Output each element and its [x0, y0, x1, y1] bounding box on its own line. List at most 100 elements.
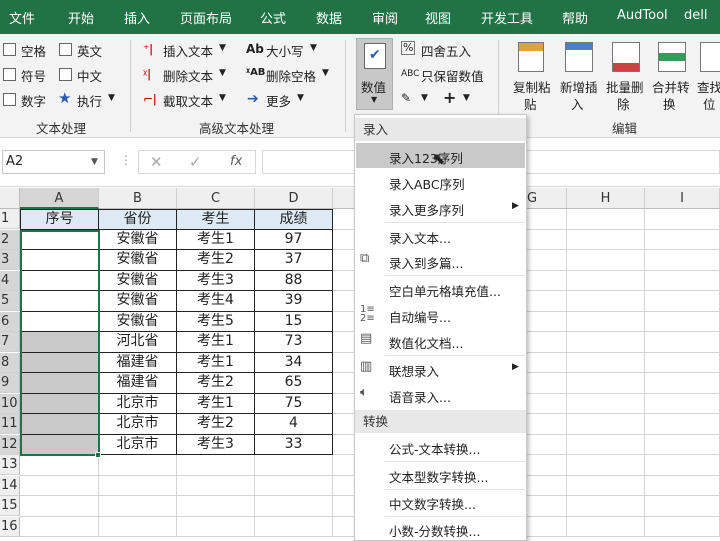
menu-item-more-series[interactable]: 录入更多序列 [389, 200, 464, 219]
column-header-i[interactable]: I [645, 188, 720, 209]
grid-cell[interactable] [177, 455, 255, 476]
select-all-corner[interactable] [0, 188, 20, 209]
tab-page-layout[interactable]: 页面布局 [180, 8, 232, 27]
column-header-d[interactable]: D [255, 188, 333, 209]
grid-cell[interactable] [333, 332, 355, 353]
extract-text-button[interactable]: 截取文本 [163, 91, 213, 110]
fx-icon[interactable]: fx [230, 154, 242, 169]
column-header-g[interactable]: G [527, 188, 567, 209]
grid-cell[interactable]: 4 [255, 414, 333, 435]
value-button[interactable]: ✔ 数值 ▼ [356, 38, 393, 110]
column-header-a[interactable]: A [20, 188, 99, 209]
grid-cell[interactable]: 考生3 [177, 434, 255, 455]
grid-cell[interactable] [333, 311, 355, 332]
grid-cell[interactable] [20, 414, 99, 435]
merge-convert-button-line2[interactable]: 换 [663, 94, 676, 113]
grid-cell[interactable] [527, 291, 567, 312]
menu-item-text-number[interactable]: 文本型数字转换... [389, 467, 488, 486]
menu-item-auto-number[interactable]: 自动编号... [389, 307, 451, 326]
row-header[interactable]: 6 [0, 311, 20, 332]
row-header[interactable]: 8 [0, 352, 20, 373]
grid-cell[interactable] [99, 455, 177, 476]
grid-cell[interactable]: 安徽省 [99, 250, 177, 271]
case-button[interactable]: 大小写 [266, 41, 304, 60]
grid-cell[interactable]: 福建省 [99, 352, 177, 373]
grid-cell[interactable]: 考生2 [177, 414, 255, 435]
grid-cell[interactable] [567, 311, 645, 332]
grid-cell[interactable] [527, 434, 567, 455]
row-header[interactable]: 13 [0, 455, 20, 475]
grid-cell[interactable] [99, 475, 177, 496]
name-box[interactable]: A2 ▼ [2, 150, 105, 174]
grid-cell[interactable] [333, 393, 355, 414]
grid-cell[interactable] [645, 250, 720, 271]
round-button[interactable]: 四舍五入 [421, 41, 471, 60]
batch-delete-button-line2[interactable]: 除 [617, 94, 630, 113]
row-header[interactable]: 2 [0, 229, 20, 250]
grid-cell[interactable] [333, 373, 355, 394]
confirm-icon[interactable]: ✓ [189, 153, 202, 171]
grid-cell[interactable]: 34 [255, 352, 333, 373]
grid-cell[interactable] [177, 516, 255, 537]
row-header[interactable]: 5 [0, 291, 20, 311]
grid-cell[interactable]: 考生5 [177, 311, 255, 332]
grid-cell[interactable] [333, 414, 355, 435]
grid-cell[interactable]: 88 [255, 270, 333, 291]
grid-cell[interactable] [567, 496, 645, 517]
grid-cell[interactable] [645, 311, 720, 332]
row-header[interactable]: 1 [0, 209, 20, 229]
menu-item-suggest-entry[interactable]: 联想录入 [389, 361, 439, 380]
grid-cell[interactable] [255, 475, 333, 496]
grid-cell[interactable] [177, 475, 255, 496]
grid-cell[interactable]: 考生1 [177, 352, 255, 373]
grid-cell[interactable] [567, 352, 645, 373]
grid-cell[interactable]: 北京市 [99, 414, 177, 435]
grid-cell[interactable] [527, 455, 567, 476]
grid-cell[interactable] [20, 496, 99, 517]
grid-cell[interactable] [333, 270, 355, 291]
more-button[interactable]: 更多 [266, 91, 291, 110]
grid-cell[interactable] [567, 291, 645, 312]
grid-cell[interactable] [567, 475, 645, 496]
row-header[interactable]: 10 [0, 393, 20, 414]
tab-developer[interactable]: 开发工具 [481, 8, 533, 27]
grid-cell[interactable]: 成绩 [255, 209, 333, 230]
grid-cell[interactable]: 75 [255, 393, 333, 414]
grid-cell[interactable] [255, 516, 333, 537]
grid-cell[interactable] [645, 516, 720, 537]
grid-cell[interactable]: 考生 [177, 209, 255, 230]
grid-cell[interactable]: 序号 [20, 209, 99, 230]
menu-item-digitize-document[interactable]: 数值化文档... [389, 333, 463, 352]
grid-cell[interactable] [99, 496, 177, 517]
run-button[interactable]: 执行 [77, 91, 102, 110]
grid-cell[interactable] [567, 455, 645, 476]
menu-item-voice-entry[interactable]: 语音录入... [389, 387, 451, 406]
grid-cell[interactable] [20, 229, 99, 250]
grid-cell[interactable] [567, 332, 645, 353]
find-locate-button-line2[interactable]: 位 [703, 94, 716, 113]
grid-cell[interactable] [567, 393, 645, 414]
grid-cell[interactable] [527, 496, 567, 517]
row-header[interactable]: 3 [0, 250, 20, 270]
grid-cell[interactable] [645, 414, 720, 435]
grid-cell[interactable] [20, 311, 99, 332]
grid-cell[interactable]: 省份 [99, 209, 177, 230]
menu-item-chinese-number[interactable]: 中文数字转换... [389, 494, 476, 513]
grid-cell[interactable]: 考生2 [177, 250, 255, 271]
grid-cell[interactable] [20, 393, 99, 414]
grid-cell[interactable] [99, 516, 177, 537]
grid-cell[interactable]: 37 [255, 250, 333, 271]
drag-handle-icon[interactable]: ⋮ [120, 153, 132, 167]
grid-cell[interactable] [333, 209, 355, 230]
grid-cell[interactable] [567, 250, 645, 271]
grid-cell[interactable] [333, 250, 355, 271]
tab-dell[interactable]: dell [684, 8, 707, 23]
grid-cell[interactable]: 考生1 [177, 393, 255, 414]
keep-value-button[interactable]: 只保留数值 [421, 66, 484, 85]
grid-cell[interactable] [567, 373, 645, 394]
cancel-icon[interactable]: ✕ [150, 153, 163, 171]
grid-cell[interactable] [527, 516, 567, 537]
insert-text-button[interactable]: 插入文本 [163, 41, 213, 60]
row-header[interactable]: 12 [0, 434, 20, 455]
grid-cell[interactable] [255, 496, 333, 517]
